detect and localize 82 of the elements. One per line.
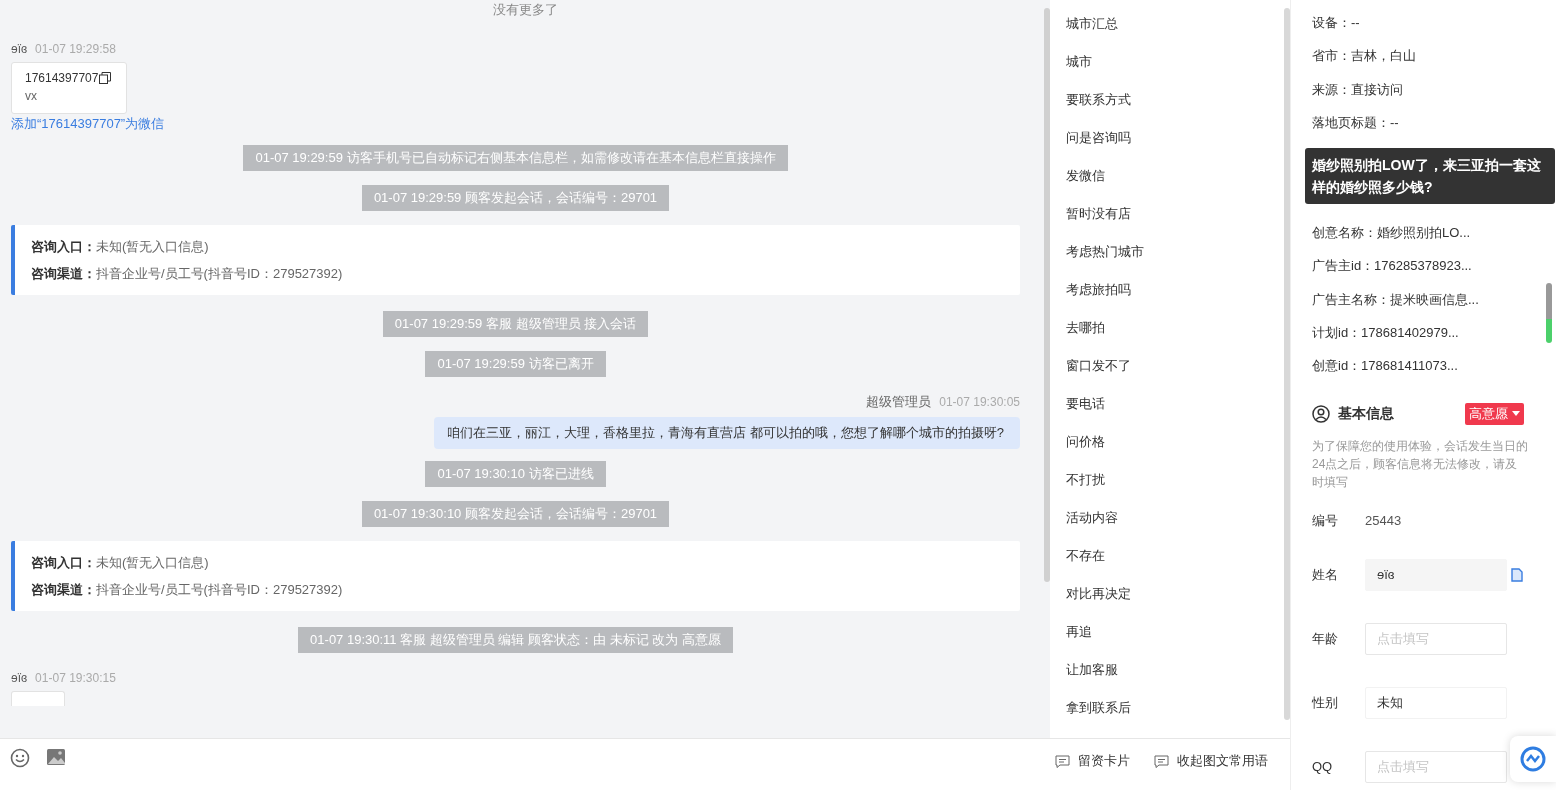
sender-name: ɘïɞ [11,42,28,56]
no-more-text: 没有更多了 [492,1,559,19]
visitor-info-row-text: 落地页标题：-- [1312,113,1400,132]
visitor-info-row-text: 广告主id：176285378923... [1312,257,1473,276]
info-label: 咨询入口： [31,555,96,570]
message-icon [1154,754,1169,768]
sender-name: 超级管理员 [866,393,932,411]
quick-phrase-item[interactable]: 要电话 [1066,385,1274,423]
quick-phrase-item[interactable]: 考虑旅拍吗 [1066,271,1274,309]
quick-phrase-item[interactable]: 再追 [1066,613,1274,651]
quick-phrase-item[interactable]: 暂时没有店 [1066,195,1274,233]
emoji-icon[interactable] [10,748,30,768]
field-label: 编号 [1312,511,1339,530]
quick-phrase-item[interactable]: 让加客服 [1066,651,1274,689]
message-icon [1055,754,1070,768]
info-label: 咨询入口： [31,239,96,254]
system-notice: 01-07 19:29:59 访客手机号已自动标记右侧基本信息栏，如需修改请在基本信息栏直接操作 [243,145,788,171]
info-label: 咨询渠道： [31,266,96,281]
info-value: 抖音企业号/员工号(抖音号ID：279527392) [96,582,343,597]
quick-phrase-item[interactable]: 去哪拍 [1066,309,1274,347]
field-label: 性别 [1312,693,1339,712]
visitor-info-row-text: 省市：吉林，白山 [1312,47,1417,66]
quick-phrase-item[interactable]: 窗口发不了 [1066,347,1274,385]
toolbar-button[interactable]: 留资卡片 [1055,748,1130,774]
system-notice: 01-07 19:29:59 访客已离开 [425,351,606,377]
quick-phrase-item[interactable]: 问价格 [1066,423,1274,461]
message-time: 01-07 19:29:58 [35,42,116,56]
quick-phrase-item[interactable]: 发微信 [1066,157,1274,195]
visitor-info-row-text: 计划id：178681402979... [1312,324,1460,343]
intent-tag-dropdown[interactable]: 高意愿 [1465,402,1524,425]
visitor-info-row-text: 创意id：178681411073... [1312,357,1459,376]
system-notice: 01-07 19:30:10 顾客发起会话，会话编号：29701 [361,501,670,527]
sender-name: ɘïɞ [11,671,28,685]
quick-phrase-item[interactable]: 问是咨询吗 [1066,119,1274,157]
copy-icon[interactable] [99,72,112,84]
gender-select[interactable]: 未知 [1365,686,1507,719]
toolbar-button[interactable]: 收起图文常用语 [1154,748,1268,774]
system-notice: 01-07 19:29:59 客服 超级管理员 接入会话 [382,311,649,337]
tooltip: 婚纱照别拍LOW了，来三亚拍一套这样的婚纱照多少钱? [1305,148,1555,205]
user-icon [1312,404,1330,423]
visitor-info-row-text: 广告主名称：提米映画信息... [1312,290,1480,309]
message-bubble: 咱们在三亚，丽江，大理，香格里拉，青海有直营店 都可以拍的哦，您想了解哪个城市的拍摄呀? [434,417,1020,449]
quick-phrase-item[interactable]: 不打扰 [1066,461,1274,499]
add-wechat-link[interactable]: 添加“17614397707”为微信 [11,115,1020,133]
message-time: 01-07 19:30:15 [35,671,116,685]
image-icon[interactable] [46,748,66,766]
visitor-info-row-text: 设备：-- [1312,14,1361,32]
assistant-button[interactable] [1510,736,1556,782]
field-value: 25443 [1365,513,1402,529]
notice-text: 为了保障您的使用体验，会话发生当日的24点之后，顾客信息将无法修改，请及时填写 [1312,437,1528,491]
quick-phrase-item[interactable]: 要联系方式 [1066,81,1274,119]
document-icon[interactable] [1511,567,1523,582]
quick-phrase-item[interactable]: 城市汇总 [1066,5,1274,43]
message-note: vx [25,89,38,103]
info-value: 未知(暂无入口信息) [96,239,209,254]
quick-phrase-item[interactable]: 考虑热门城市 [1066,233,1274,271]
system-notice: 01-07 19:29:59 顾客发起会话，会话编号：29701 [361,185,670,211]
quick-phrase-item[interactable]: 对比再决定 [1066,575,1274,613]
visitor-info-row-text: 创意名称：婚纱照别拍LO... [1312,224,1472,243]
scrollbar[interactable] [1044,8,1050,582]
caret-icon [1512,411,1520,417]
visitor-info-row-text: 来源：直接访问 [1312,80,1404,99]
section-title: 基本信息 [1338,404,1394,423]
system-notice: 01-07 19:30:11 客服 超级管理员 编辑 顾客状态：由 未标记 改为 高意愿 [298,627,733,653]
field-label: 年龄 [1312,629,1339,648]
quick-phrase-item[interactable]: 不存在 [1066,537,1274,575]
message-time: 01-07 19:30:05 [939,395,1020,409]
field-label: 姓名 [1312,565,1339,584]
info-value: 抖音企业号/员工号(抖音号ID：279527392) [96,266,343,281]
field-label: QQ [1312,759,1334,775]
system-notice: 01-07 19:30:10 访客已进线 [425,461,606,487]
info-label: 咨询渠道： [31,582,96,597]
assistant-icon[interactable] [1520,746,1546,772]
message-bubble [11,691,65,706]
scrollbar[interactable] [1546,283,1552,343]
scrollbar[interactable] [1284,8,1290,720]
quick-phrase-item[interactable]: 城市 [1066,43,1274,81]
name-field[interactable]: ɘïɞ [1365,558,1507,591]
quick-phrase-item[interactable]: 活动内容 [1066,499,1274,537]
phone-number: 17614397707 [25,71,99,85]
info-value: 未知(暂无入口信息) [96,555,209,570]
quick-phrase-item[interactable]: 拿到联系后 [1066,689,1274,727]
